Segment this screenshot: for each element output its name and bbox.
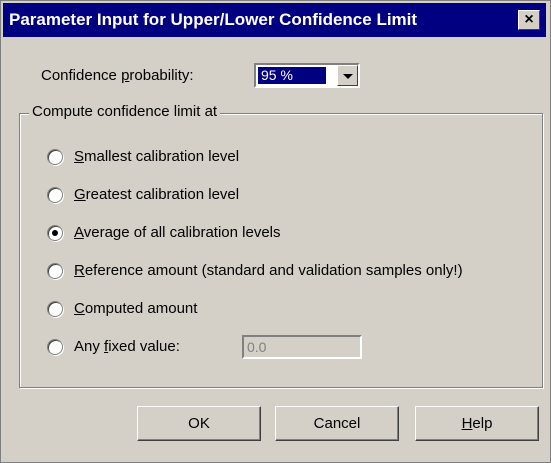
radio-label: Greatest calibration level: [74, 186, 240, 203]
close-button[interactable]: ×: [518, 10, 540, 30]
close-icon: ×: [524, 11, 534, 28]
help-button[interactable]: Help: [415, 406, 539, 441]
radio-button[interactable]: [47, 339, 63, 355]
confidence-probability-label: Confidence probability:: [41, 67, 194, 84]
title-bar: Parameter Input for Upper/Lower Confiden…: [3, 3, 546, 37]
radio-button[interactable]: [47, 187, 63, 203]
radio-label: Average of all calibration levels: [74, 224, 281, 241]
radio-label: Reference amount (standard and validatio…: [74, 262, 463, 279]
dialog-window: Parameter Input for Upper/Lower Confiden…: [0, 0, 551, 463]
radio-button[interactable]: [47, 149, 63, 165]
ok-button[interactable]: OK: [137, 406, 261, 441]
radio-label: Smallest calibration level: [74, 148, 240, 165]
window-title: Parameter Input for Upper/Lower Confiden…: [9, 10, 418, 29]
confidence-probability-value: 95 %: [257, 66, 327, 85]
radio-button-checked[interactable]: [47, 225, 63, 241]
groupbox-title: Compute confidence limit at: [29, 103, 221, 120]
chevron-down-icon[interactable]: [337, 65, 358, 86]
radio-label: Computed amount: [74, 300, 198, 317]
confidence-probability-dropdown[interactable]: 95 %: [254, 63, 360, 88]
radio-button[interactable]: [47, 301, 63, 317]
fixed-value-input[interactable]: 0.0: [242, 335, 362, 359]
radio-button[interactable]: [47, 263, 63, 279]
radio-label: Any fixed value:: [74, 338, 180, 355]
cancel-button[interactable]: Cancel: [275, 406, 399, 441]
